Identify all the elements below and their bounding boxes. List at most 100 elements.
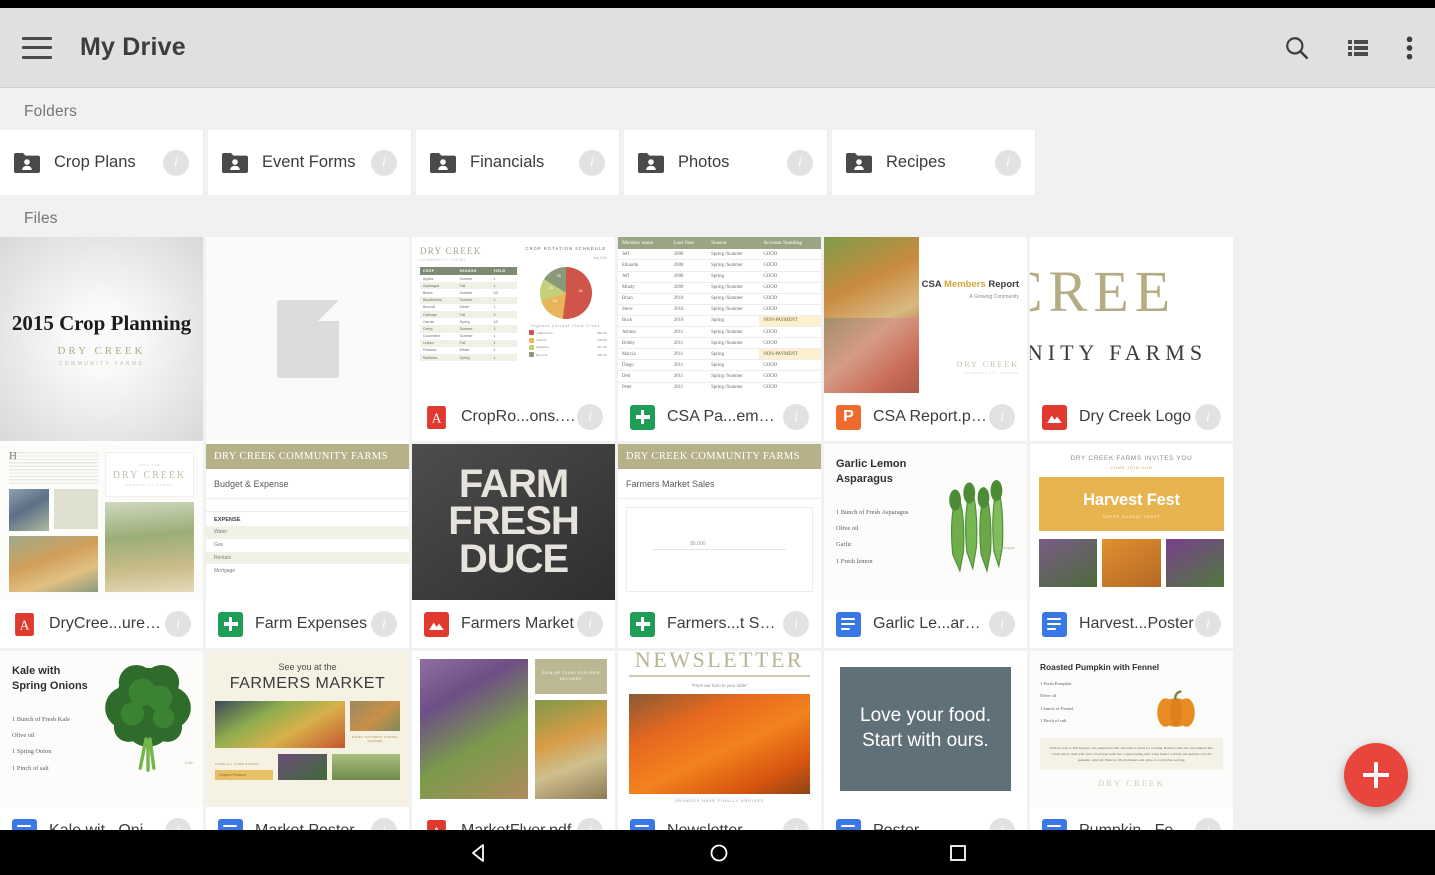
file-thumbnail: Love your food. Start with ours. <box>824 651 1027 807</box>
folder-info-button[interactable]: i <box>787 149 813 176</box>
td: 2009 <box>669 282 708 294</box>
thumb-photo-secondary <box>824 318 920 393</box>
drive-content[interactable]: Folders Crop Plans i Event Forms i Finan… <box>0 88 1435 830</box>
file-card[interactable]: Love your food. Start with ours. Poster … <box>824 651 1027 830</box>
td: Mindy <box>618 282 670 294</box>
folder-info-button[interactable]: i <box>371 149 397 176</box>
folder-info-button[interactable]: i <box>579 149 605 176</box>
file-info-button[interactable]: i <box>1195 818 1221 830</box>
file-card[interactable]: CSA Members Report A Growing Community D… <box>824 237 1027 441</box>
recents-square-icon[interactable] <box>949 844 967 862</box>
td: GOOD <box>759 282 821 294</box>
file-info-button[interactable]: i <box>577 611 603 637</box>
file-info-button[interactable]: i <box>165 818 191 830</box>
folder-info-button[interactable]: i <box>163 149 189 176</box>
search-icon[interactable] <box>1284 35 1310 61</box>
td: Jemma <box>618 326 670 339</box>
file-info-button[interactable]: i <box>783 404 809 430</box>
td: Fall <box>456 310 491 319</box>
recipe-title: Garlic Lemon Asparagus <box>836 458 907 485</box>
file-card[interactable]: CREE UNITY FARMS Dry Creek Logo i <box>1030 237 1233 441</box>
file-card[interactable]: Brussel Sprouts i <box>206 237 409 489</box>
file-footer: A DryCree...ure.pdf i <box>0 600 203 648</box>
td: 4 <box>490 339 518 347</box>
file-info-button[interactable]: i <box>371 818 397 830</box>
td: 3 <box>490 310 518 319</box>
file-label: MarketFlyer.pdf <box>461 822 577 830</box>
td: Potatoes <box>423 348 437 353</box>
folder-item[interactable]: Photos i <box>624 130 828 195</box>
file-card[interactable]: DRY CREEK COMMUNITY FARMS Farmers Market… <box>618 444 821 648</box>
thumb-brand-sub: COMMUNITY FARMS <box>965 371 1019 375</box>
thumb-title: CSA Members Report <box>913 279 1019 290</box>
file-card[interactable]: Kale with Spring Onions 1 Bunch of Fresh… <box>0 651 203 830</box>
file-thumbnail: NEWSLETTER "From our farm to your table"… <box>618 651 821 807</box>
flyer-callout: SIGN-UP TODAY FOR FREE DELIVERY <box>535 659 607 694</box>
td: Spring /Summer <box>707 382 760 393</box>
home-circle-icon[interactable] <box>709 843 729 863</box>
folder-item[interactable]: Recipes i <box>832 130 1036 195</box>
file-info-button[interactable]: i <box>1195 611 1221 637</box>
file-card[interactable]: Garlic Lemon Asparagus 1 Bunch of Fresh … <box>824 444 1027 648</box>
folder-item[interactable]: Financials i <box>416 130 620 195</box>
list-view-icon[interactable] <box>1346 36 1370 60</box>
thumb-title: 2015 Crop Planning <box>11 311 192 335</box>
file-info-button[interactable]: i <box>989 818 1015 830</box>
text-lines <box>9 452 98 484</box>
thumb-brand-sub: COMMUNITY FARMS <box>420 258 467 262</box>
folder-label: Crop Plans <box>54 153 136 171</box>
poster-side: EVERY SATURDAY DURING SUMMER <box>350 701 400 748</box>
td: Jeff <box>618 249 670 261</box>
td: Summer <box>459 276 473 281</box>
td: 2 <box>493 348 496 353</box>
poster-text: Love your food. Start with ours. <box>840 666 1011 792</box>
file-card[interactable]: DRY CREEK COMMUNITY FARMS Budget & Expen… <box>206 444 409 648</box>
file-card[interactable]: DRY CREEK FARMS INVITES YOU · COME JOIN … <box>1030 444 1233 648</box>
td: 1 <box>493 305 496 310</box>
file-card[interactable]: NEWSLETTER "From our farm to your table"… <box>618 651 821 830</box>
file-info-button[interactable]: i <box>1195 404 1221 430</box>
file-info-button[interactable]: i <box>783 818 809 830</box>
create-new-fab[interactable] <box>1344 743 1408 807</box>
back-triangle-icon[interactable] <box>469 843 489 863</box>
file-info-button[interactable]: i <box>783 611 809 637</box>
file-info-button[interactable]: i <box>577 404 603 430</box>
hamburger-icon[interactable] <box>22 36 52 59</box>
poster-caption: EVERY SATURDAY DURING SUMMER <box>351 735 399 744</box>
file-label: Garlic Le...aragus <box>873 615 989 632</box>
file-card[interactable]: See you at the FARMERS MARKET EVERY SATU… <box>206 651 409 830</box>
more-vert-icon[interactable] <box>1406 35 1413 61</box>
folder-info-button[interactable]: i <box>995 149 1021 176</box>
file-card[interactable]: SIGN-UP TODAY FOR FREE DELIVERY A Market… <box>412 651 615 830</box>
td: Spring /Summer <box>707 304 760 316</box>
folder-item[interactable]: Crop Plans i <box>0 130 204 195</box>
file-card[interactable]: Roasted Pumpkin with Fennel 1 Fresh Pump… <box>1030 651 1233 830</box>
file-footer: Garlic Le...aragus i <box>824 600 1027 648</box>
file-label: Poster <box>873 822 989 830</box>
file-label: DryCree...ure.pdf <box>49 615 165 632</box>
td: 2011 <box>669 370 708 383</box>
file-footer: Kale wit...Onions i <box>0 807 203 830</box>
td: Winter <box>459 305 470 310</box>
file-card[interactable]: Member name Last Year Season Account Standi… <box>618 237 821 441</box>
td: GOOD <box>759 326 821 339</box>
file-info-button[interactable]: i <box>989 404 1015 430</box>
file-info-button[interactable]: i <box>165 611 191 637</box>
td: Peter <box>618 382 670 393</box>
poster-line1: See you at the <box>278 662 337 672</box>
photo <box>331 754 400 780</box>
file-info-button[interactable]: i <box>371 611 397 637</box>
file-card[interactable]: 2015 Crop Planning DRY CREEK COMMUNITY F… <box>0 237 203 489</box>
file-card[interactable]: FARM FRESH DUCE Farmers Market i <box>412 444 615 648</box>
file-card[interactable]: DRY CREEK COMMUNITY FARMS CROP SEASON YI… <box>412 237 615 441</box>
file-thumbnail: DRY CREEK COMMUNITY FARMS Farmers Market… <box>618 444 821 600</box>
file-info-button[interactable]: i <box>989 611 1015 637</box>
title-part-c: Report <box>985 279 1019 290</box>
recipe-instructions: Preheat oven to 350 degrees. Cut pumpkin… <box>1040 737 1223 771</box>
file-info-button[interactable]: i <box>577 818 603 830</box>
file-card[interactable]: H JOIN THE DRY CREEK COMMUNITY FARMS A D… <box>0 444 203 648</box>
folder-item[interactable]: Event Forms i <box>208 130 412 195</box>
sheet-header: DRY CREEK COMMUNITY FARMS <box>206 444 409 469</box>
poster-pre-subtitle: · COME JOIN OUR · <box>1106 466 1157 470</box>
sheet-subtitle: Budget & Expense <box>206 469 409 499</box>
